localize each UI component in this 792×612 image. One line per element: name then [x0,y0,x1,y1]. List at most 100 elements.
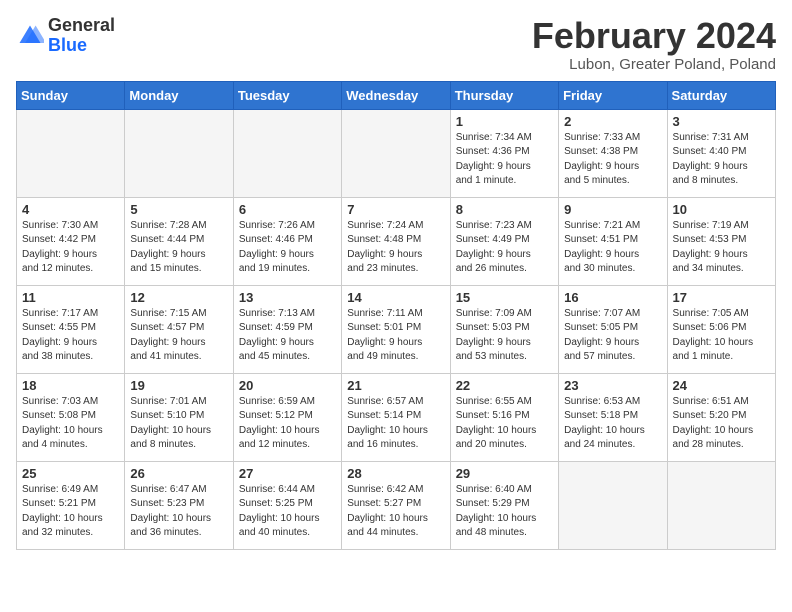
day-info: Sunrise: 7:23 AM Sunset: 4:49 PM Dayligh… [456,219,553,277]
calendar-cell: 18Sunrise: 7:03 AM Sunset: 5:08 PM Dayli… [17,373,125,461]
week-row: 1 Sunrise: 7:34 AM Sunset: 4:36 PM Daylig… [17,109,776,197]
week-row: 18Sunrise: 7:03 AM Sunset: 5:08 PM Dayli… [17,373,776,461]
day-info: Sunrise: 6:49 AM Sunset: 5:21 PM Dayligh… [22,483,119,541]
calendar-cell: 10Sunrise: 7:19 AM Sunset: 4:53 PM Dayli… [667,197,775,285]
day-number: 9 [564,202,661,217]
logo-blue: Blue [48,36,115,56]
day-info: Sunrise: 7:01 AM Sunset: 5:10 PM Dayligh… [130,395,227,453]
day-info: Sunrise: 7:15 AM Sunset: 4:57 PM Dayligh… [130,307,227,365]
day-number: 15 [456,290,553,305]
day-number: 21 [347,378,444,393]
day-info: Sunrise: 6:57 AM Sunset: 5:14 PM Dayligh… [347,395,444,453]
day-info: Sunrise: 7:03 AM Sunset: 5:08 PM Dayligh… [22,395,119,453]
day-number: 27 [239,466,336,481]
day-number: 3 [673,114,770,129]
day-info: Sunrise: 7:17 AM Sunset: 4:55 PM Dayligh… [22,307,119,365]
day-number: 25 [22,466,119,481]
weekday-header-row: SundayMondayTuesdayWednesdayThursdayFrid… [17,81,776,109]
calendar-cell: 5 Sunrise: 7:28 AM Sunset: 4:44 PM Daylig… [125,197,233,285]
calendar-cell [342,109,450,197]
day-number: 14 [347,290,444,305]
calendar-table: SundayMondayTuesdayWednesdayThursdayFrid… [16,81,776,550]
calendar-cell [125,109,233,197]
calendar-cell: 13Sunrise: 7:13 AM Sunset: 4:59 PM Dayli… [233,285,341,373]
page-header: General Blue February 2024 Lubon, Greate… [16,16,776,73]
day-info: Sunrise: 7:09 AM Sunset: 5:03 PM Dayligh… [456,307,553,365]
day-info: Sunrise: 6:51 AM Sunset: 5:20 PM Dayligh… [673,395,770,453]
day-info: Sunrise: 6:53 AM Sunset: 5:18 PM Dayligh… [564,395,661,453]
logo-icon [16,22,44,50]
calendar-cell: 19 Sunrise: 7:01 AM Sunset: 5:10 PM Dayli… [125,373,233,461]
calendar-cell: 16Sunrise: 7:07 AM Sunset: 5:05 PM Dayli… [559,285,667,373]
day-info: Sunrise: 6:47 AM Sunset: 5:23 PM Dayligh… [130,483,227,541]
day-info: Sunrise: 6:40 AM Sunset: 5:29 PM Dayligh… [456,483,553,541]
calendar-cell: 8Sunrise: 7:23 AM Sunset: 4:49 PM Daylig… [450,197,558,285]
logo-general: General [48,16,115,36]
title-block: February 2024 Lubon, Greater Poland, Pol… [532,16,776,73]
day-number: 24 [673,378,770,393]
weekday-header: Friday [559,81,667,109]
day-info: Sunrise: 6:55 AM Sunset: 5:16 PM Dayligh… [456,395,553,453]
day-number: 17 [673,290,770,305]
day-info: Sunrise: 7:28 AM Sunset: 4:44 PM Dayligh… [130,219,227,277]
day-number: 1 [456,114,553,129]
day-info: Sunrise: 6:44 AM Sunset: 5:25 PM Dayligh… [239,483,336,541]
day-number: 12 [130,290,227,305]
day-number: 11 [22,290,119,305]
day-info: Sunrise: 7:13 AM Sunset: 4:59 PM Dayligh… [239,307,336,365]
location: Lubon, Greater Poland, Poland [532,56,776,73]
calendar-cell [667,461,775,549]
day-number: 22 [456,378,553,393]
calendar-cell: 21 Sunrise: 6:57 AM Sunset: 5:14 PM Dayli… [342,373,450,461]
day-info: Sunrise: 7:11 AM Sunset: 5:01 PM Dayligh… [347,307,444,365]
calendar-cell: 9 Sunrise: 7:21 AM Sunset: 4:51 PM Daylig… [559,197,667,285]
calendar-cell: 17 Sunrise: 7:05 AM Sunset: 5:06 PM Dayli… [667,285,775,373]
weekday-header: Wednesday [342,81,450,109]
day-number: 28 [347,466,444,481]
calendar-cell [17,109,125,197]
day-info: Sunrise: 7:21 AM Sunset: 4:51 PM Dayligh… [564,219,661,277]
calendar-cell: 26Sunrise: 6:47 AM Sunset: 5:23 PM Dayli… [125,461,233,549]
day-info: Sunrise: 7:05 AM Sunset: 5:06 PM Dayligh… [673,307,770,365]
week-row: 4 Sunrise: 7:30 AM Sunset: 4:42 PM Daylig… [17,197,776,285]
day-info: Sunrise: 6:42 AM Sunset: 5:27 PM Dayligh… [347,483,444,541]
calendar-cell: 27 Sunrise: 6:44 AM Sunset: 5:25 PM Dayli… [233,461,341,549]
logo: General Blue [16,16,115,56]
day-info: Sunrise: 7:30 AM Sunset: 4:42 PM Dayligh… [22,219,119,277]
day-info: Sunrise: 7:33 AM Sunset: 4:38 PM Dayligh… [564,131,661,189]
calendar-cell: 24 Sunrise: 6:51 AM Sunset: 5:20 PM Dayli… [667,373,775,461]
calendar-cell: 25 Sunrise: 6:49 AM Sunset: 5:21 PM Dayli… [17,461,125,549]
weekday-header: Tuesday [233,81,341,109]
weekday-header: Monday [125,81,233,109]
calendar-cell: 3 Sunrise: 7:31 AM Sunset: 4:40 PM Daylig… [667,109,775,197]
weekday-header: Thursday [450,81,558,109]
weekday-header: Sunday [17,81,125,109]
day-number: 23 [564,378,661,393]
day-info: Sunrise: 7:07 AM Sunset: 5:05 PM Dayligh… [564,307,661,365]
calendar-cell: 1 Sunrise: 7:34 AM Sunset: 4:36 PM Daylig… [450,109,558,197]
day-info: Sunrise: 7:19 AM Sunset: 4:53 PM Dayligh… [673,219,770,277]
day-number: 7 [347,202,444,217]
calendar-cell: 14 Sunrise: 7:11 AM Sunset: 5:01 PM Dayli… [342,285,450,373]
calendar-cell: 7 Sunrise: 7:24 AM Sunset: 4:48 PM Daylig… [342,197,450,285]
week-row: 25 Sunrise: 6:49 AM Sunset: 5:21 PM Dayli… [17,461,776,549]
calendar-cell: 23 Sunrise: 6:53 AM Sunset: 5:18 PM Dayli… [559,373,667,461]
calendar-cell: 2Sunrise: 7:33 AM Sunset: 4:38 PM Daylig… [559,109,667,197]
day-number: 20 [239,378,336,393]
calendar-cell: 20 Sunrise: 6:59 AM Sunset: 5:12 PM Dayli… [233,373,341,461]
calendar-cell [233,109,341,197]
calendar-cell [559,461,667,549]
calendar-cell: 6Sunrise: 7:26 AM Sunset: 4:46 PM Daylig… [233,197,341,285]
week-row: 11 Sunrise: 7:17 AM Sunset: 4:55 PM Dayli… [17,285,776,373]
day-number: 4 [22,202,119,217]
day-info: Sunrise: 6:59 AM Sunset: 5:12 PM Dayligh… [239,395,336,453]
day-info: Sunrise: 7:31 AM Sunset: 4:40 PM Dayligh… [673,131,770,189]
day-info: Sunrise: 7:24 AM Sunset: 4:48 PM Dayligh… [347,219,444,277]
day-number: 5 [130,202,227,217]
calendar-cell: 12 Sunrise: 7:15 AM Sunset: 4:57 PM Dayli… [125,285,233,373]
day-number: 19 [130,378,227,393]
calendar-cell: 11 Sunrise: 7:17 AM Sunset: 4:55 PM Dayli… [17,285,125,373]
day-info: Sunrise: 7:26 AM Sunset: 4:46 PM Dayligh… [239,219,336,277]
day-info: Sunrise: 7:34 AM Sunset: 4:36 PM Dayligh… [456,131,553,189]
calendar-cell: 4 Sunrise: 7:30 AM Sunset: 4:42 PM Daylig… [17,197,125,285]
